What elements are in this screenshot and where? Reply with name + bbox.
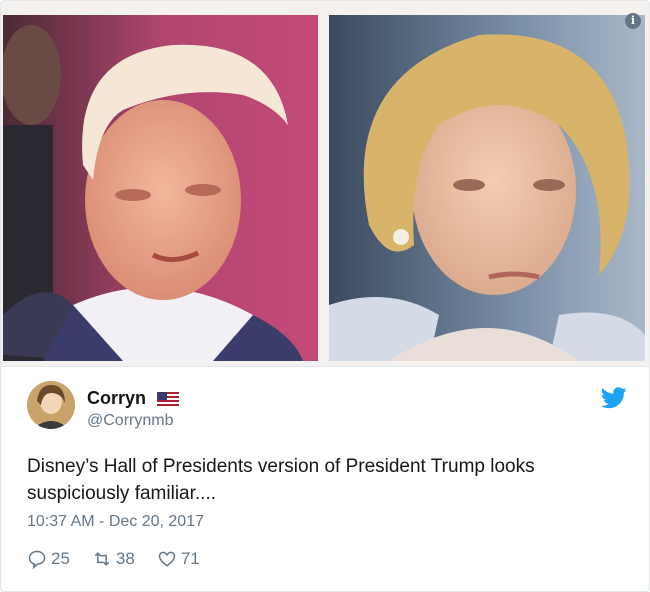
reply-button[interactable]: 25 — [27, 549, 70, 569]
display-name-text[interactable]: Corryn — [87, 388, 146, 408]
tweet-text: Disney’s Hall of Presidents version of P… — [27, 456, 535, 504]
tweet-actions: 25 38 71 — [27, 548, 222, 570]
photo-right[interactable] — [329, 15, 645, 361]
author-handle[interactable]: @Corrynmb — [87, 411, 179, 431]
media-container: i — [1, 1, 649, 367]
like-button[interactable]: 71 — [157, 549, 200, 569]
retweet-count: 38 — [115, 549, 135, 568]
info-icon[interactable]: i — [625, 13, 641, 29]
like-count: 71 — [180, 549, 200, 568]
reply-icon — [28, 550, 46, 569]
tweet-card[interactable]: i Corryn @Corrynmb Disney’s Hall of Pres… — [0, 0, 650, 592]
photo-left[interactable] — [3, 15, 318, 361]
retweet-button[interactable]: 38 — [92, 549, 135, 569]
heart-icon — [158, 551, 176, 567]
author-block: Corryn @Corrynmb — [87, 387, 180, 431]
author-name[interactable]: Corryn — [87, 387, 180, 409]
retweet-icon — [94, 552, 110, 566]
tweet-timestamp[interactable]: 10:37 AM - Dec 20, 2017 — [27, 512, 204, 532]
avatar[interactable] — [27, 381, 75, 429]
twitter-bird-icon[interactable] — [601, 387, 627, 409]
us-flag-icon — [157, 392, 180, 406]
reply-count: 25 — [51, 549, 70, 568]
